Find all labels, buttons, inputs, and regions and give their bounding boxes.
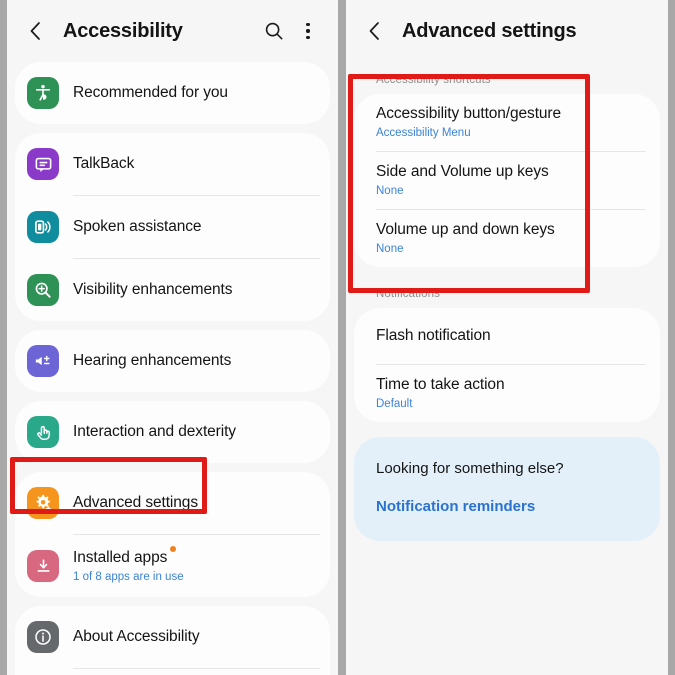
list-item[interactable]: Contact us bbox=[15, 669, 330, 675]
list-item-label: Hearing enhancements bbox=[73, 352, 232, 369]
accessibility-panel: Accessibility Recommended for you TalkBac… bbox=[7, 0, 338, 675]
list-item[interactable]: Spoken assistance bbox=[15, 196, 330, 258]
list-item-text: Volume up and down keys None bbox=[376, 210, 638, 267]
list-item[interactable]: About Accessibility bbox=[15, 606, 330, 668]
list-item-text: Advanced settings bbox=[73, 483, 318, 523]
section-header: Accessibility shortcuts bbox=[376, 74, 491, 86]
page-title: Accessibility bbox=[63, 19, 183, 42]
right-edge-gutter bbox=[668, 0, 675, 675]
list-item-label: Interaction and dexterity bbox=[73, 423, 236, 440]
list-item-label: Visibility enhancements bbox=[73, 281, 233, 298]
settings-card: Accessibility button/gesture Accessibilit… bbox=[354, 94, 660, 267]
kebab-dots bbox=[306, 22, 310, 40]
list-item-sublabel: Default bbox=[376, 398, 413, 410]
advanced-settings-gear-icon bbox=[27, 487, 59, 519]
list-item[interactable]: Accessibility button/gesture Accessibilit… bbox=[354, 94, 660, 151]
list-item-text: Flash notification bbox=[376, 316, 638, 356]
list-item-text: Interaction and dexterity bbox=[73, 412, 318, 452]
list-item-text: Side and Volume up keys None bbox=[376, 152, 638, 209]
list-item-label: TalkBack bbox=[73, 155, 135, 172]
list-item-text: Accessibility button/gesture Accessibilit… bbox=[376, 94, 638, 151]
list-item[interactable]: Volume up and down keys None bbox=[354, 210, 660, 267]
list-item-sublabel: None bbox=[376, 243, 404, 255]
settings-card: Flash notification Time to take action Def… bbox=[354, 308, 660, 422]
page-title: Advanced settings bbox=[402, 19, 577, 42]
accessibility-list[interactable]: Recommended for you TalkBack Spoken assist… bbox=[7, 62, 338, 675]
advanced-settings-panel: Advanced settings Accessibility shortcut… bbox=[346, 0, 668, 675]
advanced-settings-header: Advanced settings bbox=[346, 0, 668, 62]
settings-card: Hearing enhancements bbox=[15, 330, 330, 392]
visibility-magnifier-icon bbox=[27, 274, 59, 306]
list-item-label: Flash notification bbox=[376, 327, 491, 344]
spoken-assistance-speaker-icon bbox=[27, 211, 59, 243]
advanced-settings-list[interactable]: Accessibility shortcuts Accessibility but… bbox=[346, 62, 668, 541]
accessibility-person-icon bbox=[27, 77, 59, 109]
list-item[interactable]: Advanced settings bbox=[15, 472, 330, 534]
list-item-sublabel: 1 of 8 apps are in use bbox=[73, 570, 184, 583]
list-item-label: About Accessibility bbox=[73, 628, 200, 645]
search-icon[interactable] bbox=[260, 17, 288, 45]
settings-card: About Accessibility Contact us bbox=[15, 606, 330, 675]
screenshot-root: Accessibility Recommended for you TalkBac… bbox=[0, 0, 675, 675]
list-item[interactable]: Recommended for you bbox=[15, 62, 330, 124]
interaction-touch-icon bbox=[27, 416, 59, 448]
notification-reminders-link[interactable]: Notification reminders bbox=[376, 497, 638, 517]
list-item-label: Accessibility button/gesture bbox=[376, 105, 562, 122]
hearing-volume-icon bbox=[27, 345, 59, 377]
talkback-chat-icon bbox=[27, 148, 59, 180]
list-item-text: Visibility enhancements bbox=[73, 270, 318, 310]
settings-card: Interaction and dexterity bbox=[15, 401, 330, 463]
settings-card: Advanced settings Installed apps 1 of 8 ap… bbox=[15, 472, 330, 597]
list-item-text: Time to take action Default bbox=[376, 365, 638, 422]
list-item[interactable]: Hearing enhancements bbox=[15, 330, 330, 392]
list-item-text: Spoken assistance bbox=[73, 207, 318, 247]
list-item-label: Installed apps bbox=[73, 545, 177, 568]
settings-card: Recommended for you bbox=[15, 62, 330, 124]
section-header: Notifications bbox=[376, 288, 440, 300]
list-item-text: TalkBack bbox=[73, 144, 318, 184]
installed-apps-download-icon bbox=[27, 550, 59, 582]
list-item-label: Spoken assistance bbox=[73, 218, 202, 235]
list-item[interactable]: Time to take action Default bbox=[354, 365, 660, 422]
more-options-icon[interactable] bbox=[294, 17, 322, 45]
list-item[interactable]: Flash notification bbox=[354, 308, 660, 364]
about-info-icon bbox=[27, 621, 59, 653]
back-chevron-icon[interactable] bbox=[362, 18, 388, 44]
info-card-question: Looking for something else? bbox=[376, 460, 564, 477]
list-item[interactable]: Visibility enhancements bbox=[15, 259, 330, 321]
list-item-label: Side and Volume up keys bbox=[376, 163, 549, 180]
list-item-sublabel: Accessibility Menu bbox=[376, 127, 471, 139]
new-badge-dot bbox=[170, 545, 177, 552]
settings-card: TalkBack Spoken assistance Visibility enha… bbox=[15, 133, 330, 321]
panel-gutter bbox=[338, 0, 346, 675]
list-item-label: Volume up and down keys bbox=[376, 221, 555, 238]
looking-for-something-else-card: Looking for something else? Notification … bbox=[354, 437, 660, 541]
list-item[interactable]: Interaction and dexterity bbox=[15, 401, 330, 463]
list-item-text: Hearing enhancements bbox=[73, 341, 318, 381]
list-item[interactable]: Installed apps 1 of 8 apps are in use bbox=[15, 535, 330, 597]
accessibility-header: Accessibility bbox=[7, 0, 338, 62]
list-item-sublabel: None bbox=[376, 185, 404, 197]
list-item[interactable]: Side and Volume up keys None bbox=[354, 152, 660, 209]
list-item-text: Recommended for you bbox=[73, 73, 318, 113]
list-item-text: About Accessibility bbox=[73, 617, 318, 657]
list-item-label: Time to take action bbox=[376, 376, 505, 393]
list-item-label: Recommended for you bbox=[73, 84, 228, 101]
list-item-text: Installed apps 1 of 8 apps are in use bbox=[73, 538, 318, 595]
list-item[interactable]: TalkBack bbox=[15, 133, 330, 195]
back-chevron-icon[interactable] bbox=[23, 18, 49, 44]
list-item-label: Advanced settings bbox=[73, 494, 198, 511]
